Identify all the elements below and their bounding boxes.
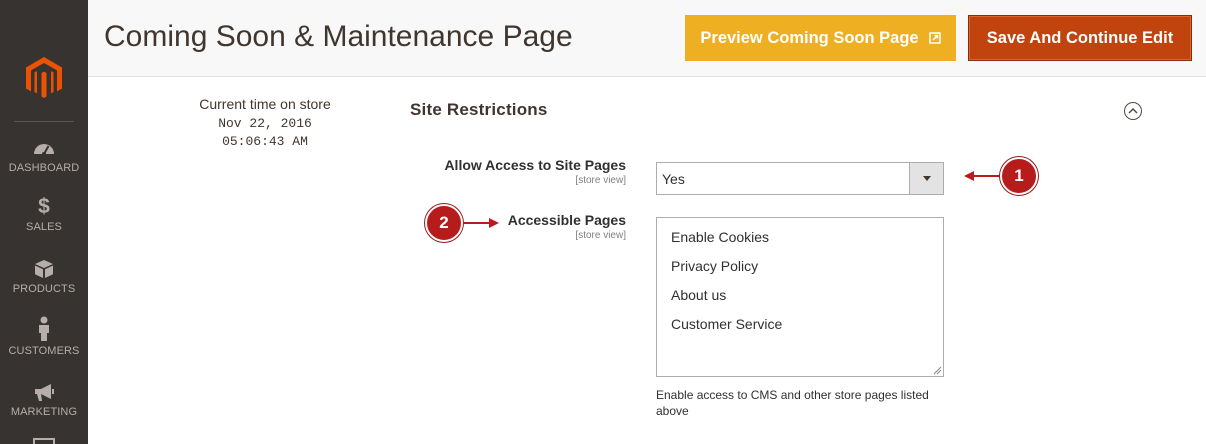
resize-grip-icon[interactable]: [933, 366, 942, 375]
field-scope: [store view]: [575, 175, 626, 186]
store-time-label: Current time on store: [199, 96, 331, 112]
sidebar-item-dashboard[interactable]: DASHBOARD: [0, 137, 88, 174]
callout-1: 1: [964, 157, 1038, 195]
field-label-text: Allow Access to Site Pages: [444, 157, 626, 173]
select-dropdown-button[interactable]: [909, 163, 943, 194]
section-title[interactable]: Site Restrictions: [410, 100, 548, 120]
callout-badge-1: 1: [1000, 157, 1038, 195]
allow-access-label: Allow Access to Site Pages [store view]: [444, 157, 626, 186]
sidebar-item-label: MARKETING: [10, 406, 78, 418]
option-customer-service[interactable]: Customer Service: [657, 315, 943, 344]
dollar-icon: $: [38, 195, 50, 218]
option-privacy-policy[interactable]: Privacy Policy: [657, 257, 943, 286]
collapse-section-button[interactable]: [1124, 102, 1142, 120]
magento-logo-icon[interactable]: [25, 56, 63, 100]
sidebar-divider: [14, 121, 74, 122]
arrow-right-icon: [463, 218, 499, 228]
page-header: Coming Soon & Maintenance Page Preview C…: [88, 0, 1206, 77]
dashboard-icon: [34, 144, 54, 156]
accessible-pages-label: Accessible Pages [store view]: [508, 212, 626, 241]
external-link-icon: [928, 32, 941, 44]
field-scope: [store view]: [575, 230, 626, 241]
option-enable-cookies[interactable]: Enable Cookies: [657, 228, 943, 257]
sidebar-item-products[interactable]: PRODUCTS: [0, 258, 88, 295]
preview-coming-soon-button[interactable]: Preview Coming Soon Page: [685, 15, 956, 61]
accessible-pages-multiselect[interactable]: Enable Cookies Privacy Policy About us C…: [656, 217, 944, 377]
callout-badge-2: 2: [425, 204, 463, 242]
admin-sidebar: DASHBOARD $ SALES PRODUCTS CUSTOMERS MAR…: [0, 0, 88, 444]
store-date: Nov 22, 2016: [218, 116, 312, 131]
sidebar-item-customers[interactable]: CUSTOMERS: [0, 316, 88, 357]
preview-button-label: Preview Coming Soon Page: [700, 28, 919, 47]
box-icon: [35, 260, 53, 278]
option-about-us[interactable]: About us: [657, 286, 943, 315]
select-value: Yes: [662, 171, 685, 187]
store-time: 05:06:43 AM: [222, 134, 308, 149]
store-time-panel: Current time on store Nov 22, 2016 05:06…: [165, 96, 365, 151]
save-and-continue-button[interactable]: Save And Continue Edit: [968, 15, 1192, 61]
page-title: Coming Soon & Maintenance Page: [104, 20, 573, 53]
chevron-up-icon: [1128, 107, 1138, 114]
sidebar-item-label: DASHBOARD: [8, 162, 80, 174]
sidebar-item-label: SALES: [26, 221, 62, 233]
accessible-pages-note: Enable access to CMS and other store pag…: [656, 388, 929, 418]
field-label-text: Accessible Pages: [507, 212, 626, 228]
sidebar-item-marketing[interactable]: MARKETING: [0, 381, 88, 418]
stores-icon[interactable]: [33, 438, 55, 444]
allow-access-select[interactable]: Yes: [656, 162, 944, 195]
sidebar-item-sales[interactable]: $ SALES: [0, 195, 88, 234]
arrow-left-icon: [964, 171, 1000, 181]
sidebar-item-label: PRODUCTS: [12, 283, 76, 295]
callout-2: 2: [425, 204, 499, 242]
person-icon: [39, 316, 49, 341]
sidebar-item-label: CUSTOMERS: [8, 345, 80, 357]
megaphone-icon: [35, 384, 54, 401]
caret-down-icon: [923, 176, 931, 181]
